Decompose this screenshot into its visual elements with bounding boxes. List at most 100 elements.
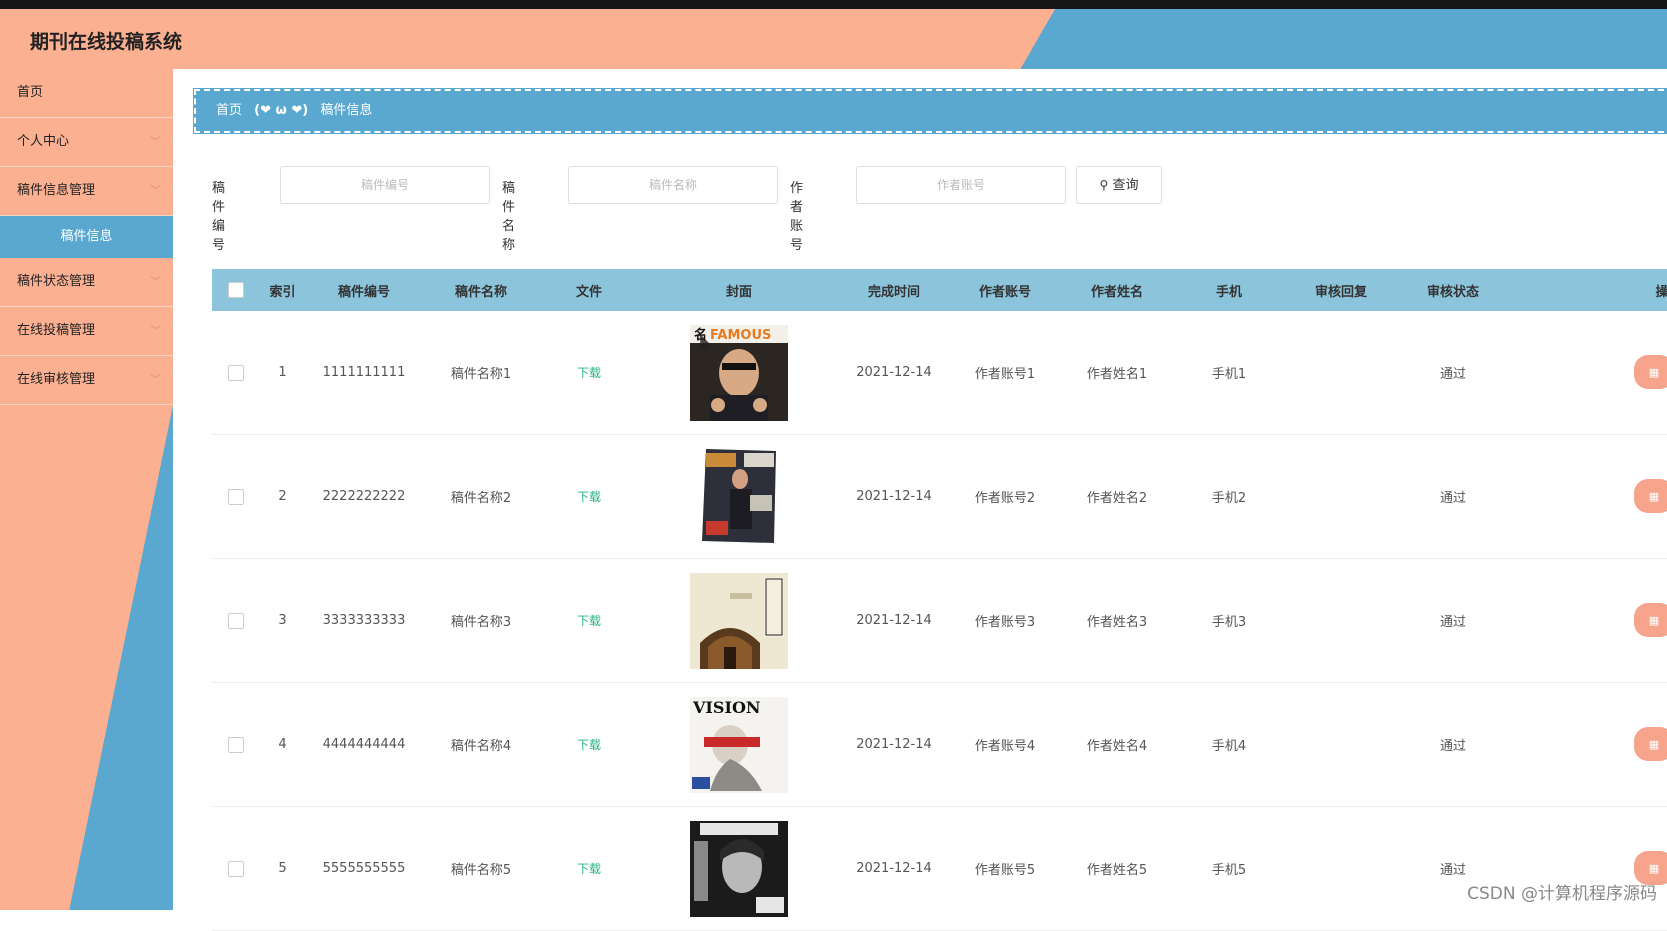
- search-input-code[interactable]: [280, 166, 490, 204]
- chevron-down-icon: ﹀: [150, 184, 161, 197]
- row-select-cell[interactable]: [212, 311, 260, 434]
- search-label-name: 稿件名称: [502, 181, 516, 253]
- cell-author: 作者姓名1: [1086, 367, 1148, 382]
- search-button[interactable]: ⚲ 查询: [1076, 166, 1162, 204]
- table-body: 1 1111111111 稿件名称1 下载 名 FAMOUS 2021-12-1…: [212, 311, 1667, 931]
- row-checkbox[interactable]: [228, 860, 244, 877]
- detail-button[interactable]: ▦: [1634, 603, 1667, 637]
- cell-reply: [1285, 311, 1397, 434]
- header-account: 作者账号: [978, 284, 1031, 300]
- sidebar-item-label: 稿件信息管理: [17, 183, 96, 198]
- search-button-label: 查询: [1112, 178, 1139, 193]
- detail-icon: ▦: [1648, 861, 1660, 875]
- breadcrumb-home[interactable]: 首页: [216, 103, 242, 118]
- sidebar-item-home[interactable]: 首页: [0, 69, 173, 118]
- chevron-down-icon: ﹀: [150, 275, 161, 288]
- magazine-cover-vision[interactable]: VISION: [690, 696, 788, 793]
- sidebar-subitem-manuscript[interactable]: 稿件信息: [0, 216, 173, 258]
- cell-name: 稿件名称1: [450, 367, 512, 382]
- row-checkbox[interactable]: [228, 736, 244, 753]
- magazine-cover-rolling-stone[interactable]: [690, 820, 788, 917]
- cell-phone: 手机5: [1211, 863, 1247, 878]
- cell-code: 1111111111: [322, 365, 406, 380]
- row-select-cell[interactable]: [212, 683, 260, 806]
- table-header: 索引 稿件编号 稿件名称 文件 封面 完成时间 作者账号 作者姓名 手机 审核回…: [212, 269, 1667, 311]
- sidebar-subitem-label: 稿件信息: [60, 229, 113, 244]
- cell-index: 3: [278, 613, 287, 628]
- breadcrumb-separator: (❤ ω ❤): [254, 103, 309, 118]
- header-date: 完成时间: [867, 284, 920, 300]
- header-code: 稿件编号: [337, 284, 390, 300]
- header-file: 文件: [575, 284, 602, 300]
- row-select-cell[interactable]: [212, 807, 260, 930]
- cell-index: 2: [278, 489, 287, 504]
- cell-reply: [1285, 683, 1397, 806]
- row-select-cell[interactable]: [212, 559, 260, 682]
- cell-file: 下载: [539, 311, 639, 434]
- cell-name: 稿件名称5: [450, 863, 512, 878]
- sidebar-item-manuscript-status[interactable]: 稿件状态管理 ﹀: [0, 258, 173, 307]
- sidebar-item-label: 在线投稿管理: [17, 323, 96, 338]
- cell-date: 2021-12-14: [856, 737, 932, 752]
- cell-account: 作者账号5: [974, 863, 1036, 878]
- cell-author: 作者姓名4: [1086, 739, 1148, 754]
- row-checkbox[interactable]: [228, 488, 244, 505]
- detail-button[interactable]: ▦: [1634, 479, 1667, 513]
- cell-name: 稿件名称4: [450, 739, 512, 754]
- cell-code: 4444444444: [322, 737, 406, 752]
- cell-phone: 手机1: [1211, 367, 1247, 382]
- detail-icon: ▦: [1648, 489, 1660, 503]
- table-row: 5 5555555555 稿件名称5 下载 2021-12-14 作者账号5 作…: [212, 807, 1667, 931]
- cell-date: 2021-12-14: [856, 365, 932, 380]
- sidebar-item-manuscript-info[interactable]: 稿件信息管理 ﹀: [0, 167, 173, 216]
- cell-date: 2021-12-14: [856, 613, 932, 628]
- row-select-cell[interactable]: [212, 435, 260, 558]
- search-input-name[interactable]: [568, 166, 778, 204]
- cell-author: 作者姓名5: [1086, 863, 1148, 878]
- header-reply: 审核回复: [1314, 284, 1367, 300]
- cell-reply: [1285, 435, 1397, 558]
- search-icon: ⚲: [1099, 178, 1109, 192]
- detail-button[interactable]: ▦: [1634, 355, 1667, 389]
- header-phone: 手机: [1215, 284, 1242, 300]
- search-input-account[interactable]: [856, 166, 1066, 204]
- sidebar-item-label: 个人中心: [17, 134, 70, 149]
- header-cover: 封面: [725, 284, 752, 300]
- table-row: 4 4444444444 稿件名称4 下载 VISION 2021-12-14 …: [212, 683, 1667, 807]
- sidebar-item-personal-center[interactable]: 个人中心 ﹀: [0, 118, 173, 167]
- detail-button[interactable]: ▦: [1634, 727, 1667, 761]
- cell-index: 1: [278, 365, 287, 380]
- breadcrumb: 首页 (❤ ω ❤) 稿件信息: [193, 88, 1667, 134]
- row-checkbox[interactable]: [228, 612, 244, 629]
- detail-icon: ▦: [1648, 365, 1660, 379]
- select-all-checkbox[interactable]: [228, 282, 244, 298]
- cell-status: 通过: [1439, 739, 1466, 754]
- cell-file: 下载: [539, 807, 639, 930]
- select-all-cell[interactable]: [212, 269, 260, 311]
- cell-account: 作者账号3: [974, 615, 1036, 630]
- header-status: 审核状态: [1426, 284, 1479, 300]
- cell-status: 通过: [1439, 863, 1466, 878]
- header-author: 作者姓名: [1090, 284, 1143, 300]
- chevron-down-icon: ﹀: [150, 135, 161, 148]
- download-link[interactable]: 下载: [577, 364, 601, 381]
- row-checkbox[interactable]: [228, 364, 244, 381]
- cell-status: 通过: [1439, 615, 1466, 630]
- cell-account: 作者账号4: [974, 739, 1036, 754]
- sidebar-item-online-review[interactable]: 在线审核管理 ﹀: [0, 356, 173, 405]
- cell-phone: 手机3: [1211, 615, 1247, 630]
- app-header: 期刊在线投稿系统: [0, 9, 1667, 69]
- cell-phone: 手机2: [1211, 491, 1247, 506]
- cell-cover: VISION: [639, 683, 839, 806]
- cell-index: 5: [278, 861, 287, 876]
- download-link[interactable]: 下载: [577, 736, 601, 753]
- sidebar-item-label: 首页: [17, 85, 44, 100]
- magazine-cover-fitness[interactable]: [690, 448, 788, 545]
- sidebar-item-label: 稿件状态管理: [17, 274, 96, 289]
- download-link[interactable]: 下载: [577, 860, 601, 877]
- download-link[interactable]: 下载: [577, 488, 601, 505]
- sidebar-item-online-submission[interactable]: 在线投稿管理 ﹀: [0, 307, 173, 356]
- magazine-cover-religion[interactable]: [690, 572, 788, 669]
- download-link[interactable]: 下载: [577, 612, 601, 629]
- cell-account: 作者账号1: [974, 367, 1036, 382]
